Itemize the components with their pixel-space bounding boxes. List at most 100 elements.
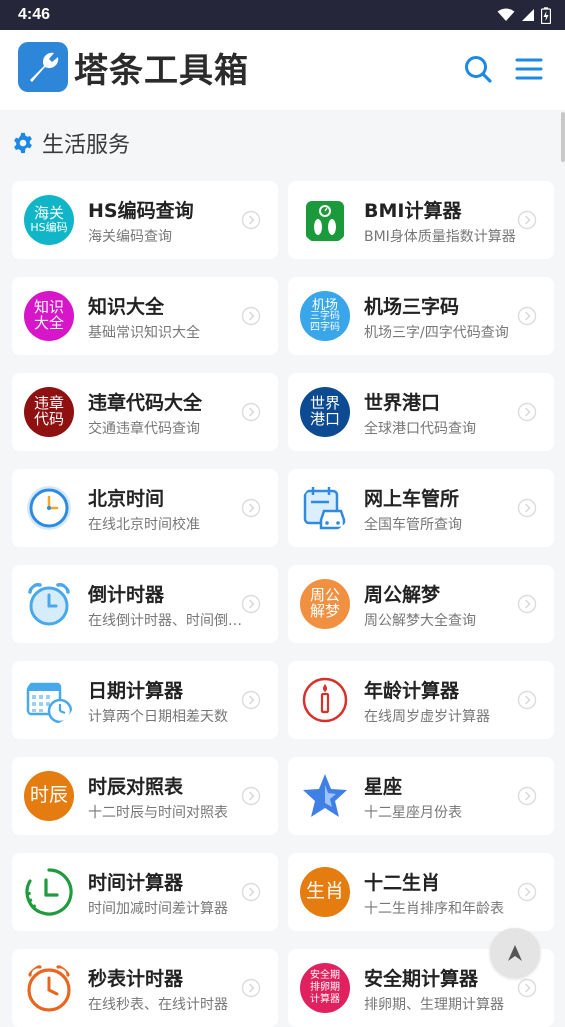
card-subtitle: 十二星座月份表	[364, 805, 462, 821]
chevron-right-icon	[241, 978, 261, 998]
icon-text: 时辰	[29, 784, 68, 807]
card-subtitle: 十二生肖排序和年龄表	[364, 901, 504, 917]
star-icon	[300, 771, 350, 821]
card-title: 知识大全	[88, 296, 165, 318]
tool-card-stopwatch[interactable]: 秒表计时器 在线秒表、在线计时器	[12, 949, 278, 1027]
arrow-up-icon	[508, 945, 522, 961]
icon-text: 海关	[33, 204, 64, 223]
card-subtitle: 时间加减时间差计算器	[88, 901, 228, 917]
card-title: 时辰对照表	[88, 776, 184, 798]
chevron-right-icon	[241, 594, 261, 614]
card-title: 时间计算器	[88, 872, 184, 894]
chevron-right-icon	[241, 498, 261, 518]
chevron-right-icon	[241, 210, 261, 230]
bmi-scale-icon	[300, 195, 350, 245]
icon-text: 安全期	[310, 970, 340, 981]
tool-card-beijing-time[interactable]: 北京时间 在线北京时间校准	[12, 469, 278, 547]
icon-text: 解梦	[309, 602, 340, 620]
dream-icon: 周公 解梦	[300, 579, 350, 629]
airport-code-icon: 机场 三字码 四字码	[300, 291, 350, 341]
date-calendar-icon	[24, 675, 74, 725]
tool-card-shichen[interactable]: 时辰 时辰对照表 十二时辰与时间对照表	[12, 757, 278, 835]
chevron-right-icon	[241, 306, 261, 326]
chevron-right-icon	[517, 882, 537, 902]
card-title: 秒表计时器	[88, 968, 184, 990]
card-title: 倒计时器	[88, 584, 165, 606]
tool-card-date-calc[interactable]: 日期计算器 计算两个日期相差天数	[12, 661, 278, 739]
card-subtitle: 十二时辰与时间对照表	[88, 805, 228, 821]
tool-card-dream[interactable]: 周公 解梦 周公解梦 周公解梦大全查询	[288, 565, 554, 643]
card-subtitle: 在线周岁虚岁计算器	[364, 709, 490, 725]
icon-text: 四字码	[310, 321, 340, 333]
hs-code-icon: 海关 HS编码	[24, 195, 74, 245]
card-title: BMI计算器	[364, 200, 462, 222]
tool-card-hs-code[interactable]: 海关 HS编码 HS编码查询 海关编码查询	[12, 181, 278, 259]
icon-text: 代码	[33, 410, 64, 428]
car-calendar-icon	[300, 483, 350, 533]
icon-text: 计算器	[310, 994, 340, 1005]
violation-code-icon: 违章 代码	[24, 387, 74, 437]
time-calc-icon	[24, 867, 74, 917]
clock-icon	[24, 483, 74, 533]
card-title: 网上车管所	[364, 488, 460, 510]
icon-text: 大全	[33, 314, 64, 332]
chevron-right-icon	[517, 498, 537, 518]
card-subtitle: 全国车管所查询	[364, 517, 462, 533]
icon-text: 港口	[309, 410, 340, 428]
age-candle-icon	[300, 675, 350, 725]
stopwatch-icon	[24, 963, 74, 1013]
chevron-right-icon	[241, 402, 261, 422]
shichen-icon: 时辰	[24, 771, 74, 821]
tool-card-world-port[interactable]: 世界 港口 世界港口 全球港口代码查询	[288, 373, 554, 451]
card-subtitle: BMI身体质量指数计算器	[364, 229, 516, 245]
card-title: 十二生肖	[364, 872, 441, 894]
icon-text: HS编码	[30, 221, 68, 235]
icon-text: 生肖	[305, 880, 344, 903]
tool-card-time-calc[interactable]: 时间计算器 时间加减时间差计算器	[12, 853, 278, 931]
card-title: HS编码查询	[88, 200, 194, 222]
card-title: 安全期计算器	[364, 968, 479, 990]
back-to-top-button[interactable]	[490, 928, 540, 978]
card-title: 星座	[364, 776, 403, 798]
card-title: 周公解梦	[364, 584, 441, 606]
card-subtitle: 交通违章代码查询	[88, 421, 200, 437]
card-title: 北京时间	[88, 488, 165, 510]
tool-card-vehicle-office[interactable]: 网上车管所 全国车管所查询	[288, 469, 554, 547]
chevron-right-icon	[241, 786, 261, 806]
tool-card-knowledge[interactable]: 知识 大全 知识大全 基础常识知识大全	[12, 277, 278, 355]
chevron-right-icon	[517, 978, 537, 998]
tool-card-zodiac[interactable]: 生肖 十二生肖 十二生肖排序和年龄表	[288, 853, 554, 931]
chevron-right-icon	[517, 402, 537, 422]
chevron-right-icon	[517, 690, 537, 710]
card-title: 年龄计算器	[364, 680, 460, 702]
safe-period-icon: 安全期 排卵期 计算器	[300, 963, 350, 1013]
tool-card-age-calc[interactable]: 年龄计算器 在线周岁虚岁计算器	[288, 661, 554, 739]
chevron-right-icon	[241, 882, 261, 902]
card-subtitle: 基础常识知识大全	[88, 325, 200, 341]
chevron-right-icon	[241, 690, 261, 710]
knowledge-icon: 知识 大全	[24, 291, 74, 341]
card-subtitle: 全球港口代码查询	[364, 421, 476, 437]
card-subtitle: 在线秒表、在线计时器	[88, 997, 228, 1013]
tool-card-violation-code[interactable]: 违章 代码 违章代码大全 交通违章代码查询	[12, 373, 278, 451]
card-subtitle: 计算两个日期相差天数	[88, 709, 228, 725]
tool-grid: 海关 HS编码 HS编码查询 海关编码查询 BMI计算器 BMI身体质量指数计算器…	[0, 0, 565, 1027]
icon-text: 排卵期	[310, 982, 340, 993]
zodiac-icon: 生肖	[300, 867, 350, 917]
card-title: 日期计算器	[88, 680, 184, 702]
card-subtitle: 在线北京时间校准	[88, 517, 200, 533]
tool-card-airport-code[interactable]: 机场 三字码 四字码 机场三字码 机场三字/四字代码查询	[288, 277, 554, 355]
world-port-icon: 世界 港口	[300, 387, 350, 437]
alarm-clock-icon	[24, 579, 74, 629]
card-subtitle: 在线倒计时器、时间倒计时	[88, 613, 253, 629]
chevron-right-icon	[517, 594, 537, 614]
chevron-right-icon	[517, 210, 537, 230]
tool-card-bmi[interactable]: BMI计算器 BMI身体质量指数计算器	[288, 181, 554, 259]
tool-card-countdown[interactable]: 倒计时器 在线倒计时器、时间倒计时	[12, 565, 278, 643]
tool-card-constellation[interactable]: 星座 十二星座月份表	[288, 757, 554, 835]
card-title: 世界港口	[364, 392, 441, 414]
card-subtitle: 排卵期、生理期计算器	[364, 997, 504, 1013]
card-subtitle: 海关编码查询	[88, 229, 172, 245]
card-title: 违章代码大全	[88, 392, 203, 414]
card-title: 机场三字码	[364, 296, 460, 318]
